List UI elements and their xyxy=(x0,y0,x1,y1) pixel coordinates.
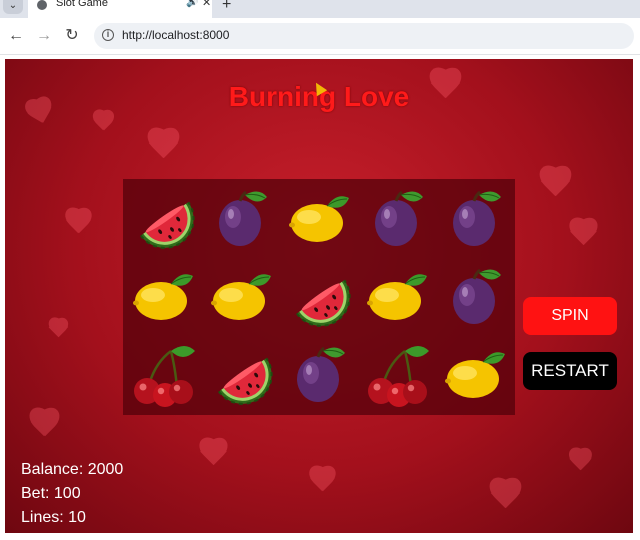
plum-symbol xyxy=(203,179,281,257)
plum-symbol xyxy=(359,179,437,257)
address-bar[interactable]: i http://localhost:8000 xyxy=(94,23,634,49)
cherry-symbol xyxy=(359,335,437,413)
heart-decoration xyxy=(305,467,339,497)
lines-label: Lines: 10 xyxy=(21,509,86,526)
heart-decoration xyxy=(565,449,595,475)
url-text: http://localhost:8000 xyxy=(122,28,230,42)
plum-symbol xyxy=(437,179,515,257)
heart-decoration xyxy=(89,111,117,135)
watermelon-symbol xyxy=(203,335,281,413)
heart-decoration xyxy=(45,319,71,341)
tab-slot-game[interactable]: Slot Game 🔊 ✕ xyxy=(28,0,212,18)
reload-icon[interactable]: ↻ xyxy=(62,26,82,46)
heart-decoration xyxy=(25,409,63,443)
tab-search-button[interactable]: ⌄ xyxy=(3,0,23,14)
forward-icon[interactable]: → xyxy=(34,26,54,46)
spin-button[interactable]: SPIN xyxy=(523,297,617,335)
browser-toolbar: ← → ↻ i http://localhost:8000 xyxy=(0,18,640,55)
close-tab-icon[interactable]: ✕ xyxy=(202,0,211,9)
tab-title: Slot Game xyxy=(56,0,108,9)
balance-label: Balance: 2000 xyxy=(21,461,124,478)
game-canvas: Burning Love SPIN RESTART Balance: 2000 … xyxy=(5,59,633,533)
speaker-icon[interactable]: 🔊 xyxy=(186,0,198,8)
watermelon-symbol xyxy=(281,257,359,335)
heart-decoration xyxy=(143,129,183,165)
lemon-symbol xyxy=(359,257,437,335)
cherry-symbol xyxy=(125,335,203,413)
plum-symbol xyxy=(281,335,359,413)
bet-label: Bet: 100 xyxy=(21,485,81,502)
watermelon-symbol xyxy=(125,179,203,257)
site-info-icon[interactable]: i xyxy=(102,29,114,41)
restart-button[interactable]: RESTART xyxy=(523,352,617,390)
globe-icon xyxy=(37,0,47,10)
heart-decoration xyxy=(535,167,575,203)
reels-grid xyxy=(123,179,515,415)
lemon-symbol xyxy=(125,257,203,335)
heart-decoration xyxy=(61,209,95,239)
plum-symbol xyxy=(437,257,515,335)
heart-decoration xyxy=(565,219,601,251)
stats-panel: Balance: 2000 Bet: 100 Lines: 10 xyxy=(21,461,123,533)
tab-bar: ⌄ Slot Game 🔊 ✕ + xyxy=(0,0,640,18)
heart-decoration xyxy=(195,439,231,471)
lemon-symbol xyxy=(203,257,281,335)
lemon-symbol xyxy=(437,335,515,413)
new-tab-icon[interactable]: + xyxy=(222,0,231,14)
heart-decoration xyxy=(485,479,525,515)
lemon-symbol xyxy=(281,179,359,257)
back-icon[interactable]: ← xyxy=(6,26,26,46)
